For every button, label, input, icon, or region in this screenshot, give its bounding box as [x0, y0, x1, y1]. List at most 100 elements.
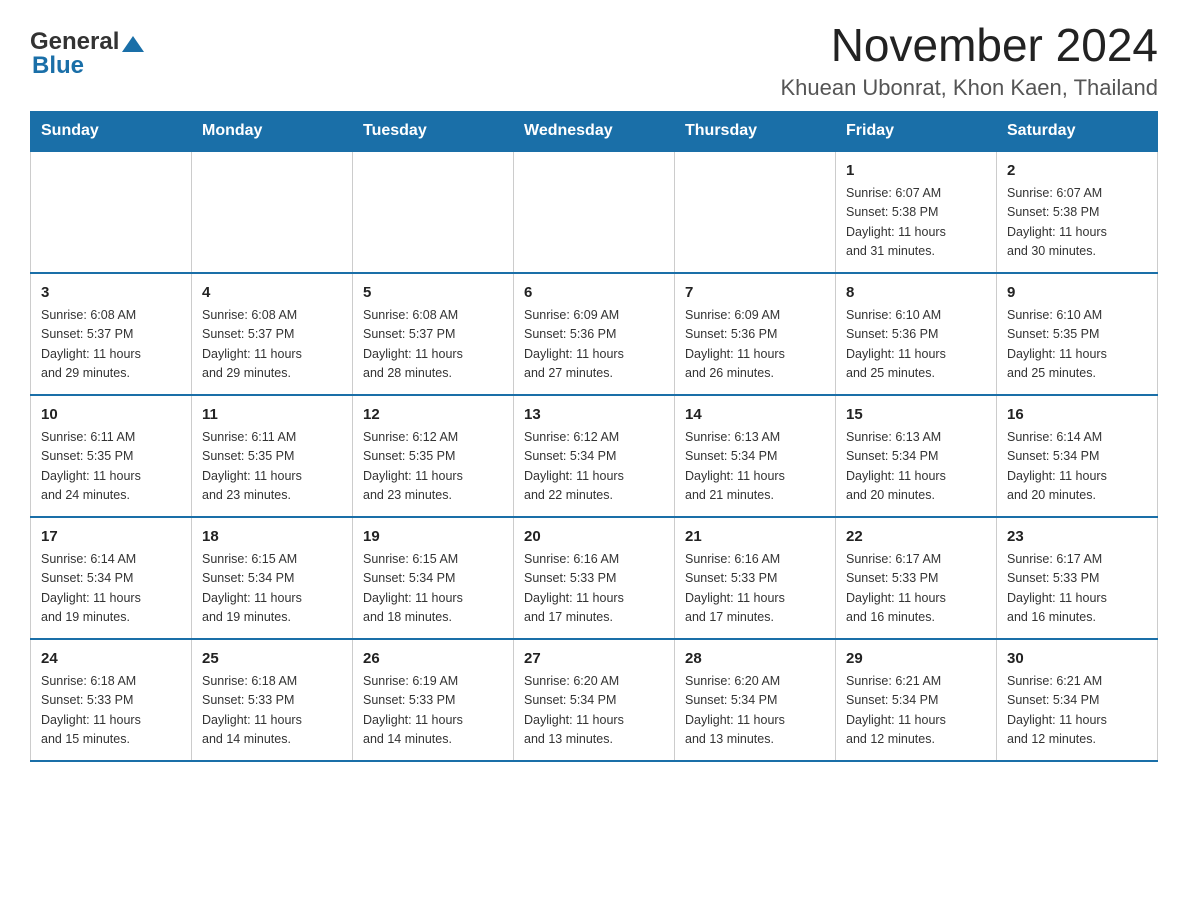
- day-info: Sunrise: 6:19 AM Sunset: 5:33 PM Dayligh…: [363, 672, 503, 750]
- day-number: 11: [202, 404, 342, 427]
- day-number: 13: [524, 404, 664, 427]
- day-number: 17: [41, 526, 181, 549]
- day-number: 5: [363, 282, 503, 305]
- day-number: 20: [524, 526, 664, 549]
- col-header-saturday: Saturday: [997, 111, 1158, 151]
- day-number: 25: [202, 648, 342, 671]
- calendar-cell: 17Sunrise: 6:14 AM Sunset: 5:34 PM Dayli…: [31, 517, 192, 639]
- day-info: Sunrise: 6:16 AM Sunset: 5:33 PM Dayligh…: [524, 550, 664, 628]
- calendar-cell: 7Sunrise: 6:09 AM Sunset: 5:36 PM Daylig…: [675, 273, 836, 395]
- day-number: 16: [1007, 404, 1147, 427]
- calendar-cell: 5Sunrise: 6:08 AM Sunset: 5:37 PM Daylig…: [353, 273, 514, 395]
- day-info: Sunrise: 6:14 AM Sunset: 5:34 PM Dayligh…: [1007, 428, 1147, 506]
- day-info: Sunrise: 6:09 AM Sunset: 5:36 PM Dayligh…: [524, 306, 664, 384]
- calendar-table: SundayMondayTuesdayWednesdayThursdayFrid…: [30, 111, 1158, 762]
- day-number: 28: [685, 648, 825, 671]
- calendar-week-row: 1Sunrise: 6:07 AM Sunset: 5:38 PM Daylig…: [31, 151, 1158, 273]
- day-number: 18: [202, 526, 342, 549]
- calendar-cell: 8Sunrise: 6:10 AM Sunset: 5:36 PM Daylig…: [836, 273, 997, 395]
- day-number: 7: [685, 282, 825, 305]
- day-info: Sunrise: 6:07 AM Sunset: 5:38 PM Dayligh…: [1007, 184, 1147, 262]
- calendar-cell: [192, 151, 353, 273]
- day-info: Sunrise: 6:21 AM Sunset: 5:34 PM Dayligh…: [1007, 672, 1147, 750]
- day-number: 3: [41, 282, 181, 305]
- col-header-monday: Monday: [192, 111, 353, 151]
- calendar-cell: 21Sunrise: 6:16 AM Sunset: 5:33 PM Dayli…: [675, 517, 836, 639]
- calendar-cell: 30Sunrise: 6:21 AM Sunset: 5:34 PM Dayli…: [997, 639, 1158, 761]
- calendar-cell: 20Sunrise: 6:16 AM Sunset: 5:33 PM Dayli…: [514, 517, 675, 639]
- day-number: 15: [846, 404, 986, 427]
- day-number: 6: [524, 282, 664, 305]
- day-info: Sunrise: 6:21 AM Sunset: 5:34 PM Dayligh…: [846, 672, 986, 750]
- calendar-cell: 10Sunrise: 6:11 AM Sunset: 5:35 PM Dayli…: [31, 395, 192, 517]
- col-header-thursday: Thursday: [675, 111, 836, 151]
- calendar-cell: [514, 151, 675, 273]
- day-info: Sunrise: 6:18 AM Sunset: 5:33 PM Dayligh…: [41, 672, 181, 750]
- calendar-cell: 18Sunrise: 6:15 AM Sunset: 5:34 PM Dayli…: [192, 517, 353, 639]
- calendar-week-row: 3 Sunrise: 6:08 AM Sunset: 5:37 PM Daylig…: [31, 273, 1158, 395]
- calendar-cell: [353, 151, 514, 273]
- col-header-sunday: Sunday: [31, 111, 192, 151]
- calendar-header-row: SundayMondayTuesdayWednesdayThursdayFrid…: [31, 111, 1158, 151]
- day-info: Sunrise: 6:18 AM Sunset: 5:33 PM Dayligh…: [202, 672, 342, 750]
- day-number: 29: [846, 648, 986, 671]
- day-number: 21: [685, 526, 825, 549]
- day-info: Sunrise: 6:10 AM Sunset: 5:35 PM Dayligh…: [1007, 306, 1147, 384]
- col-header-tuesday: Tuesday: [353, 111, 514, 151]
- calendar-week-row: 24Sunrise: 6:18 AM Sunset: 5:33 PM Dayli…: [31, 639, 1158, 761]
- calendar-cell: 1Sunrise: 6:07 AM Sunset: 5:38 PM Daylig…: [836, 151, 997, 273]
- day-info: Sunrise: 6:20 AM Sunset: 5:34 PM Dayligh…: [685, 672, 825, 750]
- logo-blue-text: Blue: [32, 52, 84, 80]
- calendar-cell: 24Sunrise: 6:18 AM Sunset: 5:33 PM Dayli…: [31, 639, 192, 761]
- day-info: Sunrise: 6:17 AM Sunset: 5:33 PM Dayligh…: [846, 550, 986, 628]
- logo-triangle-icon: [122, 34, 144, 52]
- day-number: 23: [1007, 526, 1147, 549]
- day-number: 30: [1007, 648, 1147, 671]
- day-info: Sunrise: 6:11 AM Sunset: 5:35 PM Dayligh…: [41, 428, 181, 506]
- day-info: Sunrise: 6:13 AM Sunset: 5:34 PM Dayligh…: [685, 428, 825, 506]
- day-number: 14: [685, 404, 825, 427]
- day-info: Sunrise: 6:10 AM Sunset: 5:36 PM Dayligh…: [846, 306, 986, 384]
- calendar-cell: 19Sunrise: 6:15 AM Sunset: 5:34 PM Dayli…: [353, 517, 514, 639]
- month-title: November 2024: [780, 20, 1158, 71]
- day-info: Sunrise: 6:16 AM Sunset: 5:33 PM Dayligh…: [685, 550, 825, 628]
- title-block: November 2024 Khuean Ubonrat, Khon Kaen,…: [780, 20, 1158, 101]
- logo: General Blue: [30, 28, 144, 80]
- calendar-cell: 3Sunrise: 6:08 AM Sunset: 5:37 PM Daylig…: [31, 273, 192, 395]
- day-info: Sunrise: 6:07 AM Sunset: 5:38 PM Dayligh…: [846, 184, 986, 262]
- day-info: Sunrise: 6:11 AM Sunset: 5:35 PM Dayligh…: [202, 428, 342, 506]
- calendar-week-row: 10Sunrise: 6:11 AM Sunset: 5:35 PM Dayli…: [31, 395, 1158, 517]
- calendar-cell: 29Sunrise: 6:21 AM Sunset: 5:34 PM Dayli…: [836, 639, 997, 761]
- day-info: Sunrise: 6:15 AM Sunset: 5:34 PM Dayligh…: [363, 550, 503, 628]
- day-number: 1: [846, 160, 986, 183]
- calendar-cell: 6Sunrise: 6:09 AM Sunset: 5:36 PM Daylig…: [514, 273, 675, 395]
- day-number: 10: [41, 404, 181, 427]
- day-info: Sunrise: 6:12 AM Sunset: 5:35 PM Dayligh…: [363, 428, 503, 506]
- day-number: 26: [363, 648, 503, 671]
- calendar-cell: [31, 151, 192, 273]
- day-number: 12: [363, 404, 503, 427]
- day-info: Sunrise: 6:09 AM Sunset: 5:36 PM Dayligh…: [685, 306, 825, 384]
- day-number: 8: [846, 282, 986, 305]
- day-number: 19: [363, 526, 503, 549]
- day-info: Sunrise: 6:08 AM Sunset: 5:37 PM Dayligh…: [363, 306, 503, 384]
- day-number: 27: [524, 648, 664, 671]
- calendar-cell: 4Sunrise: 6:08 AM Sunset: 5:37 PM Daylig…: [192, 273, 353, 395]
- calendar-cell: 22Sunrise: 6:17 AM Sunset: 5:33 PM Dayli…: [836, 517, 997, 639]
- calendar-cell: 26Sunrise: 6:19 AM Sunset: 5:33 PM Dayli…: [353, 639, 514, 761]
- calendar-cell: 23Sunrise: 6:17 AM Sunset: 5:33 PM Dayli…: [997, 517, 1158, 639]
- calendar-cell: 2Sunrise: 6:07 AM Sunset: 5:38 PM Daylig…: [997, 151, 1158, 273]
- calendar-cell: 16Sunrise: 6:14 AM Sunset: 5:34 PM Dayli…: [997, 395, 1158, 517]
- calendar-cell: 11Sunrise: 6:11 AM Sunset: 5:35 PM Dayli…: [192, 395, 353, 517]
- day-number: 22: [846, 526, 986, 549]
- day-info: Sunrise: 6:17 AM Sunset: 5:33 PM Dayligh…: [1007, 550, 1147, 628]
- day-number: 9: [1007, 282, 1147, 305]
- calendar-cell: 27Sunrise: 6:20 AM Sunset: 5:34 PM Dayli…: [514, 639, 675, 761]
- col-header-wednesday: Wednesday: [514, 111, 675, 151]
- calendar-cell: 28Sunrise: 6:20 AM Sunset: 5:34 PM Dayli…: [675, 639, 836, 761]
- calendar-cell: 14Sunrise: 6:13 AM Sunset: 5:34 PM Dayli…: [675, 395, 836, 517]
- location-title: Khuean Ubonrat, Khon Kaen, Thailand: [780, 75, 1158, 101]
- calendar-cell: [675, 151, 836, 273]
- day-info: Sunrise: 6:13 AM Sunset: 5:34 PM Dayligh…: [846, 428, 986, 506]
- col-header-friday: Friday: [836, 111, 997, 151]
